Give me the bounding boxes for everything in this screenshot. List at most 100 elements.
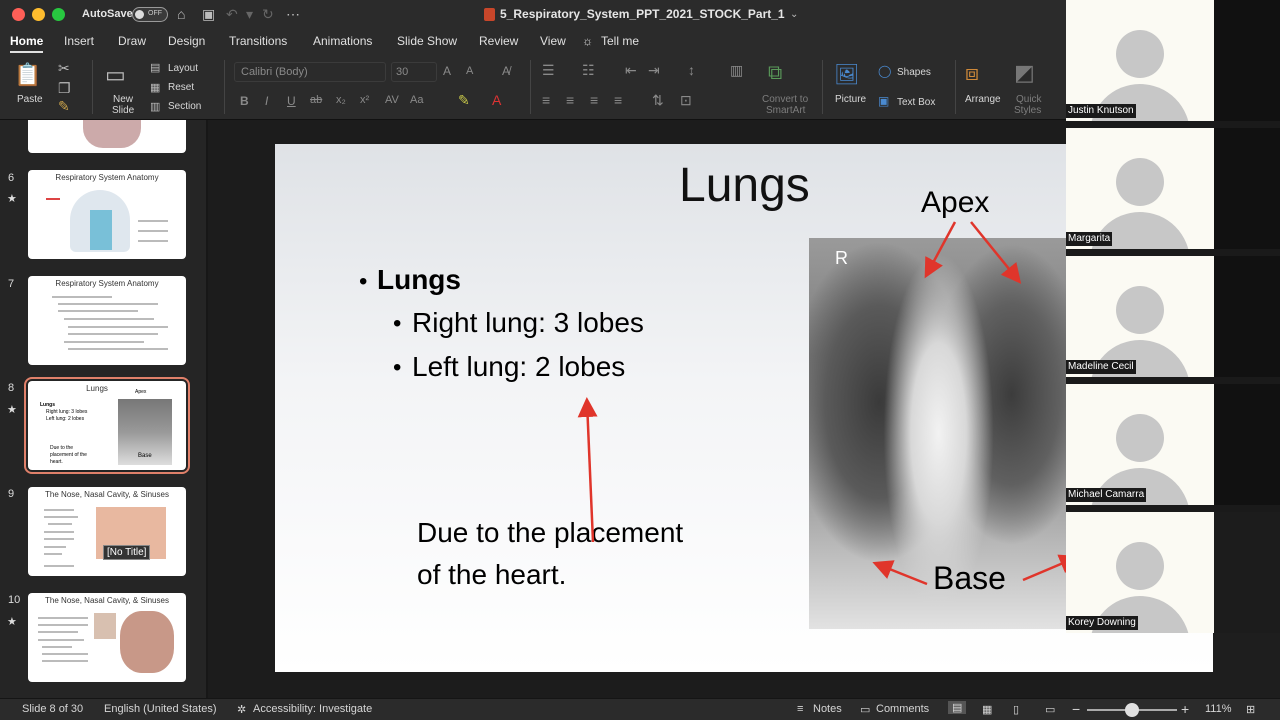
slide-thumbnail-8-selected[interactable]: Lungs Lungs Right lung: 3 lobes Left lun… (24, 377, 190, 474)
decrease-font-icon[interactable]: A (466, 65, 473, 77)
slide-show-icon[interactable]: ▭ (1045, 703, 1055, 716)
text-direction-icon[interactable]: ⇅ (652, 92, 664, 109)
picture-icon[interactable]: 🖼 (834, 62, 859, 87)
bold-icon[interactable]: B (240, 94, 249, 108)
clear-format-icon[interactable]: A̸ (502, 64, 510, 78)
highlight-icon[interactable]: ✎ (458, 92, 470, 109)
normal-view-icon[interactable]: ▤ (948, 701, 967, 714)
tab-animations[interactable]: Animations (313, 34, 372, 48)
undo-icon[interactable]: ↶ (226, 6, 238, 22)
participant-tile[interactable] (1066, 0, 1214, 121)
comments-button[interactable]: Comments (876, 703, 929, 715)
arrange-button[interactable]: Arrange (965, 94, 1001, 105)
slide-thumbnail-5[interactable] (28, 120, 186, 153)
layout-icon[interactable]: ▤ (150, 61, 160, 74)
align-text-icon[interactable]: ⊡ (680, 92, 692, 109)
convert-smartart-label-1[interactable]: Convert to (762, 94, 808, 105)
increase-font-icon[interactable]: A (443, 64, 451, 78)
participant-tile[interactable] (1066, 384, 1214, 505)
section-icon[interactable]: ▥ (150, 100, 160, 113)
slide-thumbnail-6[interactable]: Respiratory System Anatomy (28, 170, 186, 259)
superscript-icon[interactable]: x² (360, 94, 369, 106)
cut-icon[interactable]: ✂ (58, 60, 70, 77)
fit-to-window-icon[interactable]: ⊞ (1246, 703, 1255, 716)
convert-smartart-label-2[interactable]: SmartArt (766, 105, 805, 116)
new-slide-icon[interactable]: ▭ (105, 62, 126, 88)
italic-icon[interactable]: I (265, 94, 268, 108)
slide-sorter-icon[interactable]: ▦ (982, 703, 992, 716)
slide-thumbnail-panel[interactable]: 6 ★ Respiratory System Anatomy 7 Respira… (0, 120, 206, 698)
font-name-select[interactable]: Calibri (Body) (234, 62, 386, 82)
document-title[interactable]: 5_Respiratory_System_PPT_2021_STOCK_Part… (500, 7, 785, 21)
save-icon[interactable]: ▣ (202, 6, 215, 22)
reset-button[interactable]: Reset (168, 82, 194, 93)
notes-button[interactable]: Notes (813, 703, 842, 715)
zoom-level[interactable]: 111% (1205, 703, 1232, 715)
columns-icon[interactable]: ▥ (730, 62, 743, 79)
section-button[interactable]: Section (168, 101, 201, 112)
shapes-button[interactable]: Shapes (897, 67, 931, 78)
slide-thumbnail-9[interactable]: The Nose, Nasal Cavity, & Sinuses [No Ti… (28, 487, 186, 576)
text-box-icon[interactable]: ▣ (878, 94, 889, 108)
autosave-toggle[interactable]: OFF (132, 7, 168, 22)
tab-view[interactable]: View (540, 34, 566, 48)
tab-review[interactable]: Review (479, 34, 518, 48)
align-center-icon[interactable]: ≡ (566, 92, 574, 108)
quick-styles-icon[interactable]: ◩ (1014, 60, 1035, 86)
reset-icon[interactable]: ▦ (150, 81, 160, 94)
undo-dropdown-icon[interactable]: ▾ (246, 6, 253, 22)
format-painter-icon[interactable]: ✎ (58, 98, 70, 115)
redo-icon[interactable]: ↻ (262, 6, 274, 22)
participant-tile[interactable] (1066, 128, 1214, 249)
slide-thumbnail-10[interactable]: The Nose, Nasal Cavity, & Sinuses (28, 593, 186, 682)
new-slide-label-2[interactable]: Slide (112, 105, 134, 116)
subscript-icon[interactable]: x₂ (336, 94, 346, 106)
increase-indent-icon[interactable]: ⇥ (648, 62, 660, 79)
participant-tile[interactable] (1066, 512, 1214, 633)
layout-button[interactable]: Layout (168, 63, 198, 74)
title-chevron-down-icon[interactable]: ⌄ (790, 7, 798, 23)
character-spacing-icon[interactable]: AV (385, 94, 399, 106)
numbering-icon[interactable]: ☷ (582, 62, 595, 79)
paste-button[interactable]: Paste (17, 94, 43, 105)
quick-styles-label-2[interactable]: Styles (1014, 105, 1041, 116)
reading-view-icon[interactable]: ▯ (1013, 703, 1019, 716)
tell-me-search[interactable]: Tell me (601, 34, 639, 48)
close-window-button[interactable] (12, 8, 25, 21)
participant-tile[interactable] (1066, 256, 1214, 377)
zoom-slider-thumb[interactable] (1125, 703, 1139, 717)
underline-icon[interactable]: U (287, 94, 296, 108)
new-slide-label-1[interactable]: New (113, 94, 133, 105)
font-size-select[interactable]: 30 (391, 62, 437, 82)
more-icon[interactable]: ⋯ (286, 6, 300, 22)
zoom-window-button[interactable] (52, 8, 65, 21)
accessibility-status[interactable]: Accessibility: Investigate (253, 703, 372, 715)
language-indicator[interactable]: English (United States) (104, 703, 217, 715)
quick-styles-label-1[interactable]: Quick (1016, 94, 1042, 105)
zoom-out-icon[interactable]: − (1072, 701, 1080, 717)
copy-icon[interactable]: ❐ (58, 80, 71, 97)
font-color-icon[interactable]: A (492, 92, 501, 108)
justify-icon[interactable]: ≡ (614, 92, 622, 108)
tab-draw[interactable]: Draw (118, 34, 146, 48)
home-icon[interactable]: ⌂ (177, 6, 185, 22)
line-spacing-icon[interactable]: ↕ (688, 62, 695, 78)
picture-button[interactable]: Picture (835, 94, 866, 105)
paste-icon[interactable]: 📋 (14, 62, 41, 88)
minimize-window-button[interactable] (32, 8, 45, 21)
tab-slide-show[interactable]: Slide Show (397, 34, 457, 48)
tab-insert[interactable]: Insert (64, 34, 94, 48)
align-left-icon[interactable]: ≡ (542, 92, 550, 108)
tab-design[interactable]: Design (168, 34, 205, 48)
smartart-icon[interactable]: ⧉ (768, 62, 782, 85)
align-right-icon[interactable]: ≡ (590, 92, 598, 108)
text-box-button[interactable]: Text Box (897, 97, 935, 108)
slide-thumbnail-7[interactable]: Respiratory System Anatomy (28, 276, 186, 365)
tab-home[interactable]: Home (10, 34, 43, 48)
tab-transitions[interactable]: Transitions (229, 34, 287, 48)
decrease-indent-icon[interactable]: ⇤ (625, 62, 637, 79)
shapes-icon[interactable]: ◯ (878, 64, 891, 78)
bullets-icon[interactable]: ☰ (542, 62, 555, 79)
zoom-in-icon[interactable]: + (1181, 701, 1189, 717)
arrange-icon[interactable]: ⧈ (965, 60, 979, 86)
